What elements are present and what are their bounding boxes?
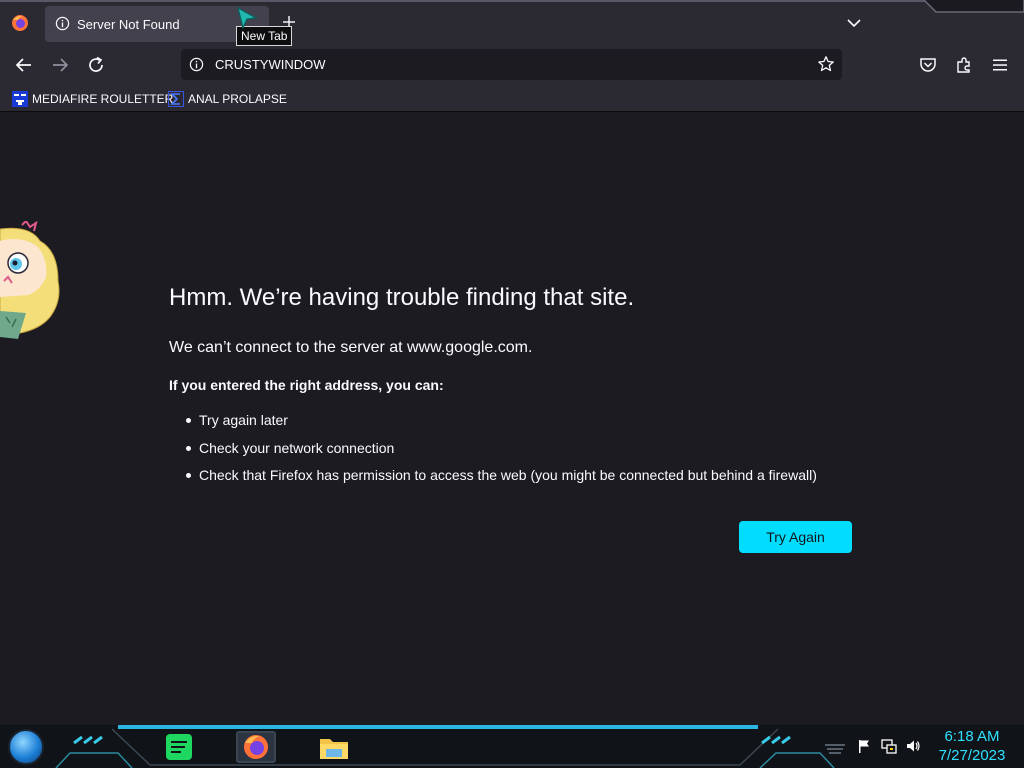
- clock-date: 7/27/2023: [938, 747, 1006, 764]
- info-icon: [55, 16, 70, 31]
- volume-icon[interactable]: [905, 738, 921, 754]
- bookmarks-toolbar: MEDIAFIRE ROULETTER ANAL PROLAPSE: [0, 86, 1024, 112]
- bookmark-label: ANAL PROLAPSE: [188, 92, 287, 106]
- system-clock[interactable]: 6:18 AM 7/27/2023: [930, 727, 1014, 765]
- firefox-menu-icon[interactable]: [11, 14, 29, 32]
- start-button[interactable]: [8, 729, 44, 765]
- hamburger-menu-icon[interactable]: [990, 55, 1010, 75]
- cartoon-character-sticker: [0, 221, 60, 339]
- action-center-flag-icon[interactable]: [856, 738, 872, 754]
- reload-icon[interactable]: [86, 55, 106, 75]
- list-item: Try again later: [186, 410, 817, 438]
- taskbar-app-spotify[interactable]: [160, 731, 200, 763]
- taskbar-app-file-explorer[interactable]: [314, 731, 354, 763]
- bookmark-sigma[interactable]: ANAL PROLAPSE: [168, 90, 287, 108]
- taskbar: 6:18 AM 7/27/2023: [0, 725, 1024, 768]
- pocket-icon[interactable]: [918, 55, 938, 75]
- error-description: We can’t connect to the server at www.go…: [169, 339, 533, 356]
- navigation-toolbar: CRUSTYWINDOW: [0, 44, 1024, 86]
- try-again-button[interactable]: Try Again: [739, 521, 852, 553]
- error-title: Hmm. We’re having trouble finding that s…: [169, 284, 635, 311]
- tab-title: Server Not Found: [77, 17, 180, 32]
- error-hint: If you entered the right address, you ca…: [169, 377, 444, 393]
- sigma-icon: [168, 91, 184, 107]
- theme-decoration: [924, 0, 1024, 13]
- list-all-tabs-chevron-icon[interactable]: [845, 14, 863, 32]
- site-info-icon[interactable]: [189, 57, 204, 72]
- address-bar[interactable]: CRUSTYWINDOW: [181, 49, 842, 80]
- bookmark-star-icon[interactable]: [817, 55, 835, 73]
- list-item: Check that Firefox has permission to acc…: [186, 465, 817, 493]
- spotify-icon: [166, 734, 192, 760]
- mediafire-icon: [12, 91, 28, 107]
- error-page: Hmm. We’re having trouble finding that s…: [0, 113, 1024, 725]
- list-item: Check your network connection: [186, 438, 817, 466]
- bookmark-label: MEDIAFIRE ROULETTER: [32, 92, 174, 106]
- firefox-icon: [244, 735, 268, 759]
- clock-time: 6:18 AM: [944, 728, 1000, 745]
- network-icon[interactable]: [881, 738, 897, 754]
- tab-strip: Server Not Found New Tab: [0, 0, 1024, 46]
- address-text[interactable]: CRUSTYWINDOW: [215, 57, 326, 72]
- taskbar-app-firefox[interactable]: [236, 731, 276, 763]
- suggestion-list: Try again later Check your network conne…: [186, 410, 817, 493]
- bookmark-mediafire[interactable]: MEDIAFIRE ROULETTER: [12, 90, 173, 108]
- mouse-cursor-icon: [237, 6, 258, 30]
- forward-arrow-icon[interactable]: [50, 55, 70, 75]
- back-arrow-icon[interactable]: [14, 55, 34, 75]
- extensions-puzzle-icon[interactable]: [954, 55, 974, 75]
- file-explorer-icon: [320, 739, 348, 759]
